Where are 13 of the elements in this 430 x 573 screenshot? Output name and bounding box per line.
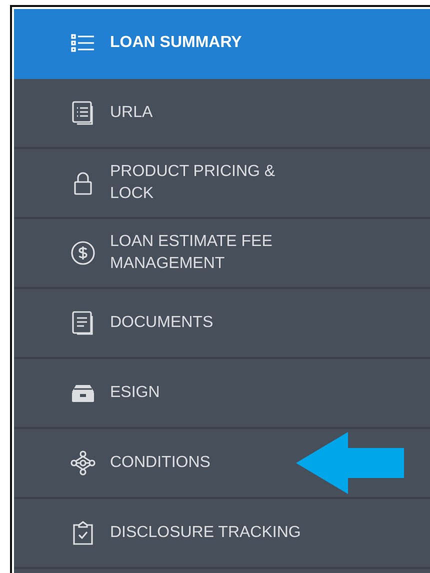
menu-item[interactable]: LOAN SUMMARY bbox=[14, 9, 430, 79]
menu-item[interactable]: PRODUCT PRICING & LOCK bbox=[14, 149, 430, 219]
menu-item[interactable]: LOAN ESTIMATE FEE MANAGEMENT bbox=[14, 219, 430, 289]
menu-item[interactable]: DOCUMENTS bbox=[14, 289, 430, 359]
dollar-icon bbox=[70, 240, 96, 266]
clipboard-icon bbox=[70, 520, 96, 546]
menu-item[interactable]: URLA bbox=[14, 79, 430, 149]
document-icon bbox=[70, 310, 96, 336]
menu-item[interactable]: CONDITIONS bbox=[14, 429, 430, 499]
network-icon bbox=[70, 450, 96, 476]
form-icon bbox=[70, 100, 96, 126]
menu-item[interactable]: ESIGN bbox=[14, 359, 430, 429]
menu-item[interactable]: DISCLOSURE TRACKING bbox=[14, 499, 430, 569]
